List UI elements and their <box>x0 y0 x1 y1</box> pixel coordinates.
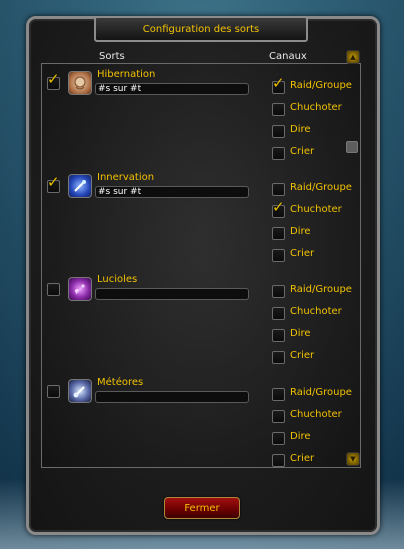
channel-checkbox-raid-innervation[interactable] <box>272 183 285 196</box>
spell-enable-checkbox-innervation[interactable]: ✓ <box>47 175 60 193</box>
channel-checkbox-dire-meteores[interactable] <box>272 432 285 445</box>
spell-name-lucioles: Lucioles <box>97 274 138 285</box>
spell-message-input-innervation[interactable]: #s sur #t <box>95 186 249 198</box>
scroll-up-icon[interactable]: ▲ <box>346 50 360 64</box>
channel-checkbox-raid-hibernation[interactable]: ✓ <box>272 76 285 94</box>
column-header-sorts: Sorts <box>99 51 125 62</box>
spell-enable-checkbox-hibernation[interactable]: ✓ <box>47 72 60 90</box>
spell-enable-checkbox-meteores[interactable] <box>47 385 60 398</box>
channel-label: Raid/Groupe <box>290 284 352 295</box>
channel-label: Dire <box>290 226 311 237</box>
channel-checkbox-dire-lucioles[interactable] <box>272 329 285 342</box>
hibernation-icon[interactable] <box>68 71 92 95</box>
checkmark-icon: ✓ <box>47 70 60 88</box>
spell-message-input-lucioles[interactable] <box>95 288 249 300</box>
channel-label: Crier <box>290 350 315 361</box>
channel-checkbox-dire-innervation[interactable] <box>272 227 285 240</box>
column-header-canaux: Canaux <box>269 51 307 62</box>
channel-label: Chuchoter <box>290 102 342 113</box>
scroll-down-icon[interactable]: ▼ <box>346 452 360 466</box>
close-button[interactable]: Fermer <box>164 497 240 519</box>
channel-checkbox-chuchoter-hibernation[interactable] <box>272 103 285 116</box>
lucioles-icon[interactable] <box>68 277 92 301</box>
channel-checkbox-dire-hibernation[interactable] <box>272 125 285 138</box>
channel-checkbox-raid-meteores[interactable] <box>272 388 285 401</box>
channel-label: Chuchoter <box>290 409 342 420</box>
spell-message-input-hibernation[interactable]: #s sur #t <box>95 83 249 95</box>
channel-label: Dire <box>290 431 311 442</box>
meteores-icon[interactable] <box>68 379 92 403</box>
spell-name-innervation: Innervation <box>97 172 155 183</box>
channel-label: Raid/Groupe <box>290 80 352 91</box>
dialog-title: Configuration des sorts <box>142 23 260 35</box>
scrollbar-thumb[interactable] <box>346 141 358 153</box>
dialog-title-bar[interactable]: Configuration des sorts <box>94 16 308 42</box>
channel-label: Crier <box>290 146 315 157</box>
channel-checkbox-chuchoter-lucioles[interactable] <box>272 307 285 320</box>
channel-checkbox-crier-lucioles[interactable] <box>272 351 285 364</box>
checkmark-icon: ✓ <box>47 173 60 191</box>
spell-list-panel <box>41 63 361 468</box>
spell-name-meteores: Météores <box>97 377 144 388</box>
spell-message-input-meteores[interactable] <box>95 391 249 403</box>
channel-label: Dire <box>290 124 311 135</box>
channel-label: Crier <box>290 453 315 464</box>
spell-name-hibernation: Hibernation <box>97 69 156 80</box>
channel-label: Chuchoter <box>290 306 342 317</box>
channel-checkbox-raid-lucioles[interactable] <box>272 285 285 298</box>
innervation-icon[interactable] <box>68 174 92 198</box>
channel-checkbox-chuchoter-innervation[interactable]: ✓ <box>272 200 285 218</box>
channel-checkbox-crier-innervation[interactable] <box>272 249 285 262</box>
channel-label: Raid/Groupe <box>290 182 352 193</box>
channel-label: Crier <box>290 248 315 259</box>
spell-enable-checkbox-lucioles[interactable] <box>47 283 60 296</box>
checkmark-icon: ✓ <box>272 74 285 92</box>
channel-checkbox-crier-meteores[interactable] <box>272 454 285 467</box>
channel-label: Raid/Groupe <box>290 387 352 398</box>
checkmark-icon: ✓ <box>272 198 285 216</box>
channel-label: Dire <box>290 328 311 339</box>
channel-checkbox-crier-hibernation[interactable] <box>272 147 285 160</box>
channel-label: Chuchoter <box>290 204 342 215</box>
channel-checkbox-chuchoter-meteores[interactable] <box>272 410 285 423</box>
